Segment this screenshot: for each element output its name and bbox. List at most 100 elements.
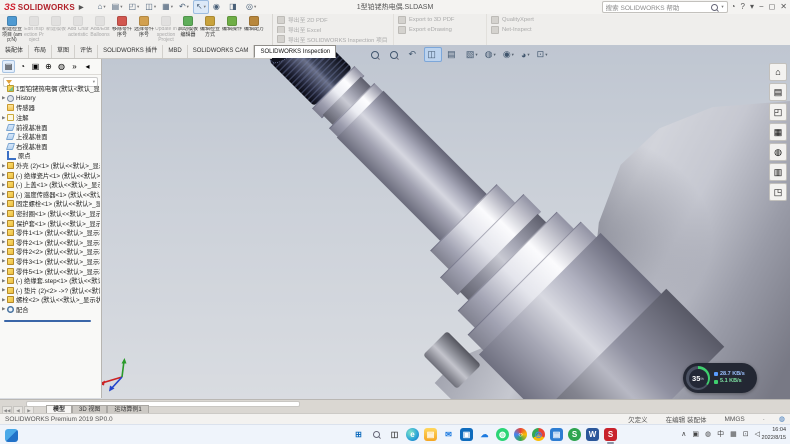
status-item[interactable]: 欠定义 [628,414,648,424]
tree-item[interactable]: ▶ 零件1<1> (默认<<默认>_显示状 [0,228,100,238]
ribbon-button[interactable]: 选择零件序号 [133,14,155,45]
ribbon-button[interactable]: 启动模板编辑器 [177,14,199,45]
tree-item[interactable]: ▶ 传感器 [0,103,100,113]
ribbon-button[interactable]: Update Inspection Project [155,14,177,45]
tree-item[interactable]: ▶ 上视基准面 [0,132,100,142]
tree-item[interactable]: ▶ 保护套<1> (默认<<默认>_显示状 [0,218,100,228]
window-control-button[interactable]: ◻ [769,1,776,13]
heads-up-button[interactable]: ◍ ▾ [483,48,498,61]
taskbar-app-button[interactable]: ✉ [442,428,455,441]
tree-item[interactable]: ▶ 1型铂铑热电偶 (默认<默认_显示状态-1 [0,84,100,94]
dropdown-caret-icon[interactable]: ▾ [137,1,139,13]
taskbar-app-button[interactable]: W [586,428,599,441]
ribbon-button[interactable]: 新建检查项目 (amp;N) [1,14,23,45]
tree-item[interactable]: ▶ 注解 [0,113,100,123]
speed-monitor-widget[interactable]: 35% 28.7 KB/s 5.1 KB/s [683,363,757,393]
task-pane-button[interactable]: ⌂ [769,63,787,81]
task-pane-button[interactable]: ◍ [769,143,787,161]
tree-item[interactable]: ▶ 原点 [0,151,100,161]
tray-icon[interactable]: ⊡ [743,430,749,438]
taskbar-app-button[interactable]: ◎ [532,428,545,441]
window-control-button[interactable]: ◔ [731,1,736,13]
tray-icon[interactable]: ◁ [755,430,760,438]
heads-up-button[interactable]: ▾ [387,48,403,61]
taskbar-app-button[interactable]: e [406,428,419,441]
ribbon-button[interactable]: Add Characteristic [67,14,89,45]
tray-icon[interactable]: 中 [717,429,724,439]
menu-expand-icon[interactable]: ▶ [79,4,84,11]
taskbar-app-button[interactable]: ▤ [550,428,563,441]
heads-up-button[interactable]: ▧ ▾ [464,48,480,61]
ribbon-button[interactable]: 编辑操作 [221,14,243,45]
tree-item[interactable]: ▶ (-) 上盖<1> (默认<<默认>_显示状 [0,180,100,190]
command-tab[interactable]: 装配体 [0,45,29,58]
panel-tab-icon[interactable]: ◍ [56,61,67,72]
command-tab[interactable]: SOLIDWORKS CAM [188,45,255,58]
taskbar-app-button[interactable] [370,428,383,441]
export-menu-item[interactable]: Export to 3D PDF [398,16,482,24]
export-menu-item[interactable]: 导出至 Excel [277,26,389,34]
dropdown-caret-icon[interactable]: ▾ [204,1,206,13]
tree-item[interactable]: ▶ 配合 [0,305,100,315]
quick-access-button[interactable]: ↶ ▾ [177,1,191,13]
task-pane-button[interactable]: ◳ [769,183,787,201]
command-tab[interactable]: 评估 [75,45,98,58]
quick-access-button[interactable]: ◫ ▾ [143,1,158,13]
export-menu-item[interactable]: 导出至 SOLIDWORKS Inspection 项目 [277,35,389,43]
tree-item[interactable]: ▶ (-) 垫片 (2)<2> ->? (默认<<默认 [0,285,100,295]
task-pane-button[interactable]: ▤ [769,83,787,101]
widgets-button[interactable] [5,429,18,442]
dropdown-caret-icon[interactable]: ▾ [527,52,529,58]
ribbon-button[interactable]: 移除零件序号 [111,14,133,45]
taskbar-app-button[interactable]: S [604,428,617,441]
task-pane-button[interactable]: ▥ [769,163,787,181]
task-pane-button[interactable]: ▦ [769,123,787,141]
export-menu-item[interactable]: Export eDrawing [398,26,482,34]
taskbar-app-button[interactable]: ◍ [496,428,509,441]
window-control-button[interactable]: ? [741,1,745,13]
tree-item[interactable]: ▶ 固定螺栓<1> (默认<<默认>_显示 [0,199,100,209]
export-menu-item[interactable]: 导出至 2D PDF [277,16,389,24]
heads-up-button[interactable]: ▾ [368,48,384,61]
ribbon-button[interactable]: Add/Edit Balloons [89,14,111,45]
taskbar-app-button[interactable]: ⊞ [352,428,365,441]
tree-item[interactable]: ▶ History [0,94,100,104]
ribbon-button[interactable]: 新建模板 [45,14,67,45]
command-tab[interactable]: 布局 [29,45,52,58]
rollback-bar[interactable] [4,320,91,322]
taskbar-app-button[interactable]: ○ [514,428,527,441]
export-menu-item[interactable]: QualityXpert [491,16,567,24]
tree-item[interactable]: ▶ 螺栓<2> (默认<<默认>_显示状态 [0,295,100,305]
heads-up-button[interactable]: ↶ ▾ [407,48,422,61]
status-item[interactable]: 在编辑 装配体 [666,414,707,424]
heads-up-button[interactable]: ◫ ▾ [424,47,442,62]
tray-icon[interactable]: ∧ [681,430,686,438]
dropdown-caret-icon[interactable]: ▾ [120,1,122,13]
tree-item[interactable]: ▶ (-) 温度传感器<1> (默认<<默认>_ [0,190,100,200]
quick-access-button[interactable]: ◨ ▾ [227,1,242,13]
quick-access-button[interactable]: ▦ ▾ [160,1,175,13]
quick-access-button[interactable]: ◎ ▾ [244,1,258,13]
quick-access-button[interactable]: ⌂ ▾ [96,1,108,13]
dropdown-caret-icon[interactable]: ▾ [475,52,477,58]
task-pane-button[interactable]: ◰ [769,103,787,121]
ribbon-button[interactable]: Edit Inspection Project [23,14,45,45]
window-control-button[interactable]: ✕ [780,1,787,13]
quick-access-button[interactable]: ↖ ▾ [193,0,209,14]
search-input[interactable]: 搜索 SOLIDWORKS 帮助 ▾ [602,1,728,13]
tree-item[interactable]: ▶ 零件5<1> (默认<<默认>_显示状 [0,266,100,276]
heads-up-button[interactable]: ▤ ▾ [445,48,461,61]
taskbar-app-button[interactable]: ◫ [388,428,401,441]
command-tab[interactable]: SOLIDWORKS 插件 [98,45,163,58]
dropdown-caret-icon[interactable]: ▾ [103,1,105,13]
dropdown-caret-icon[interactable]: ▾ [512,52,514,58]
command-tab[interactable]: MBD [163,45,187,58]
graphics-viewport[interactable]: 装配体布局草图评估SOLIDWORKS 插件MBDSOLIDWORKS CAMS… [0,45,790,399]
tree-item[interactable]: ▶ 外壳 (2)<1> (默认<<默认>_显示状 [0,161,100,171]
window-control-button[interactable]: − [759,1,764,13]
tray-icon[interactable]: ▣ [692,430,699,438]
status-item[interactable]: · [763,416,765,423]
panel-tab-icon[interactable]: ⊕ [43,61,54,72]
tree-item[interactable]: ▶ (-) 绝缘瓷片<1> (默认<<默认>_显 [0,170,100,180]
window-control-button[interactable]: ▾ [750,1,754,13]
